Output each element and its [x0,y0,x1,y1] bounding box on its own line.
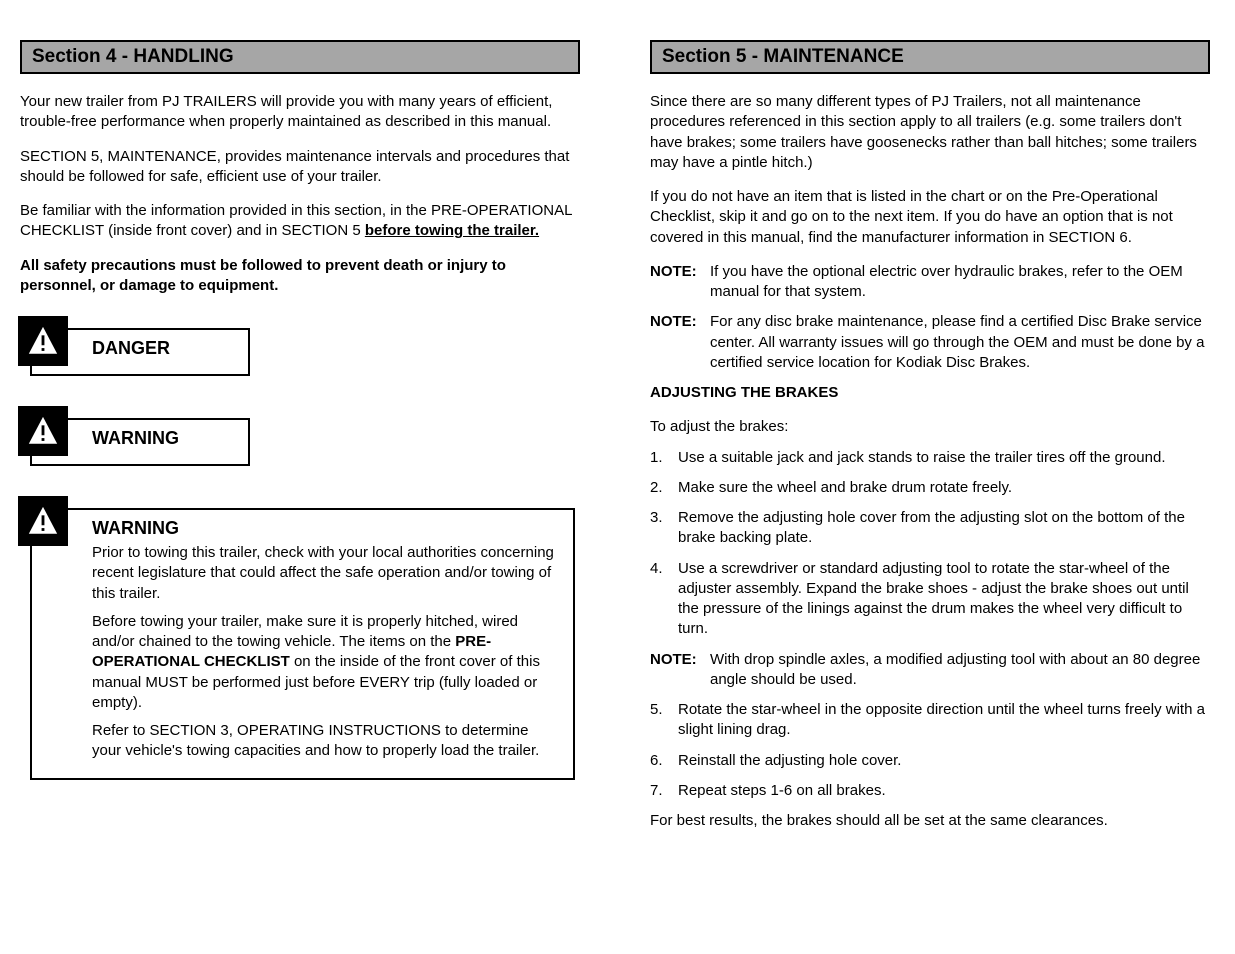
adjust-final: For best results, the brakes should all … [650,811,1210,831]
step-5: 5.Rotate the star-wheel in the opposite … [650,700,1210,741]
right-intro-1: Since there are so many different types … [650,92,1210,173]
section-4-header: Section 4 - HANDLING [20,40,580,74]
danger-label: DANGER [92,338,234,359]
step-7: 7.Repeat steps 1-6 on all brakes. [650,781,1210,801]
right-note-1: NOTE: If you have the optional electric … [650,262,1210,303]
alert-triangle-icon [18,316,68,366]
adjusting-brakes-title: ADJUSTING THE BRAKES [650,383,1210,403]
step-note: NOTE: With drop spindle axles, a modifie… [650,650,1210,691]
warning-box-1: WARNING [30,418,250,466]
step-3: 3.Remove the adjusting hole cover from t… [650,508,1210,549]
alert-triangle-icon [18,496,68,546]
step-2: 2.Make sure the wheel and brake drum rot… [650,478,1210,498]
alert-triangle-icon [18,406,68,456]
warning-label-1: WARNING [92,428,234,449]
right-note-2: NOTE: For any disc brake maintenance, pl… [650,312,1210,373]
warning-label-2: WARNING [92,518,559,539]
warning-body: Prior to towing this trailer, check with… [92,543,559,762]
left-paragraph-3: Be familiar with the information provide… [20,201,580,242]
step-6: 6.Reinstall the adjusting hole cover. [650,751,1210,771]
left-paragraph-2: SECTION 5, MAINTENANCE, provides mainten… [20,147,580,188]
step-4: 4.Use a screwdriver or standard adjustin… [650,559,1210,640]
left-paragraph-4: All safety precautions must be followed … [20,256,580,297]
section-5-header: Section 5 - MAINTENANCE [650,40,1210,74]
left-paragraph-1: Your new trailer from PJ TRAILERS will p… [20,92,580,133]
step-1: 1.Use a suitable jack and jack stands to… [650,448,1210,468]
danger-box: DANGER [30,328,250,376]
adjust-intro: To adjust the brakes: [650,417,1210,437]
right-intro-2: If you do not have an item that is liste… [650,187,1210,248]
warning-box-2: WARNING Prior to towing this trailer, ch… [30,508,575,780]
